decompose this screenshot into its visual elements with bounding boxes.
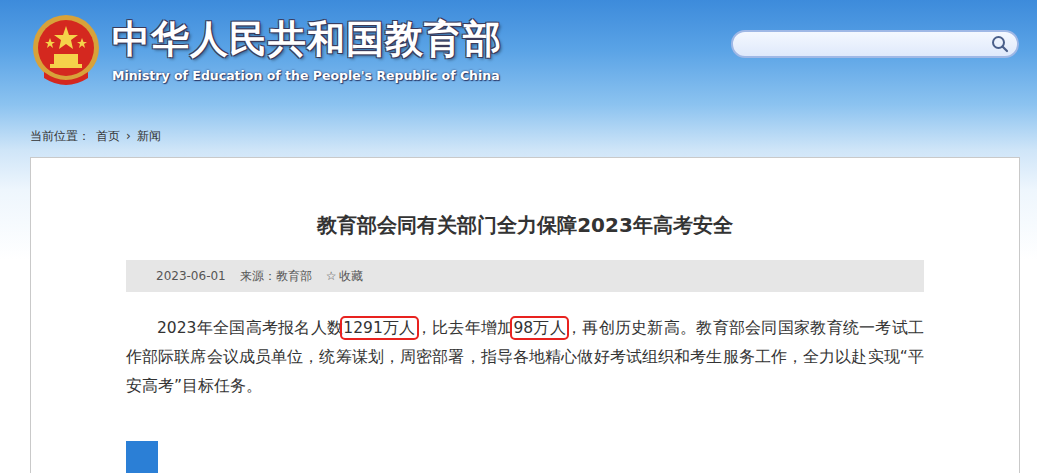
breadcrumb: 当前位置： 首页 › 新闻 [0, 116, 1037, 157]
site-title[interactable]: 中华人民共和国教育部 [112, 16, 502, 62]
national-emblem-icon [30, 12, 102, 88]
article-source: 来源：教育部 [240, 268, 312, 285]
article-card: 教育部会同有关部门全力保障2023年高考安全 2023-06-01 来源：教育部 ☆收… [30, 157, 1020, 473]
paragraph-text: ，比去年增加 [416, 319, 514, 337]
search-box[interactable] [731, 30, 1019, 58]
favorite-button[interactable]: ☆收藏 [326, 268, 363, 285]
breadcrumb-item[interactable]: 首页 [96, 128, 120, 145]
article-meta: 2023-06-01 来源：教育部 ☆收藏 [126, 260, 924, 292]
article-paragraph: 2023年全国高考报名人数1291万人，比去年增加98万人，再创历史新高。教育部… [126, 314, 924, 401]
site-subtitle: Ministry of Education of the People's Re… [112, 68, 502, 83]
site-title-block: 中华人民共和国教育部 Ministry of Education of the P… [112, 12, 502, 83]
search-input[interactable] [741, 36, 991, 53]
breadcrumb-item[interactable]: 新闻 [137, 128, 161, 145]
article-date: 2023-06-01 [156, 269, 226, 283]
search-icon[interactable] [991, 35, 1009, 53]
breadcrumb-separator: › [126, 129, 131, 143]
highlighted-text: 1291万人 [343, 319, 415, 337]
paragraph-text: 2023年全国高考报名人数 [157, 319, 343, 337]
highlighted-text: 98万人 [513, 319, 566, 337]
page: 中华人民共和国教育部 Ministry of Education of the P… [0, 0, 1037, 473]
section-marker [126, 441, 158, 473]
breadcrumb-label: 当前位置： [30, 128, 90, 145]
star-icon[interactable]: ☆ [326, 269, 337, 283]
article-title: 教育部会同有关部门全力保障2023年高考安全 [126, 210, 924, 240]
site-header: 中华人民共和国教育部 Ministry of Education of the P… [0, 0, 1037, 116]
